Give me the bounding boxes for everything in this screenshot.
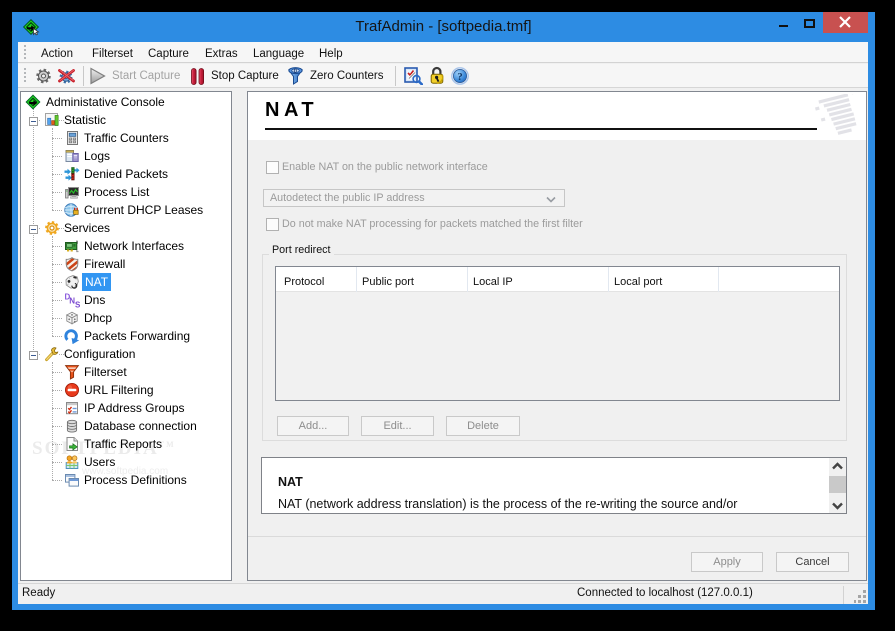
svg-text:S: S bbox=[75, 301, 80, 309]
svg-text:?: ? bbox=[457, 71, 463, 83]
